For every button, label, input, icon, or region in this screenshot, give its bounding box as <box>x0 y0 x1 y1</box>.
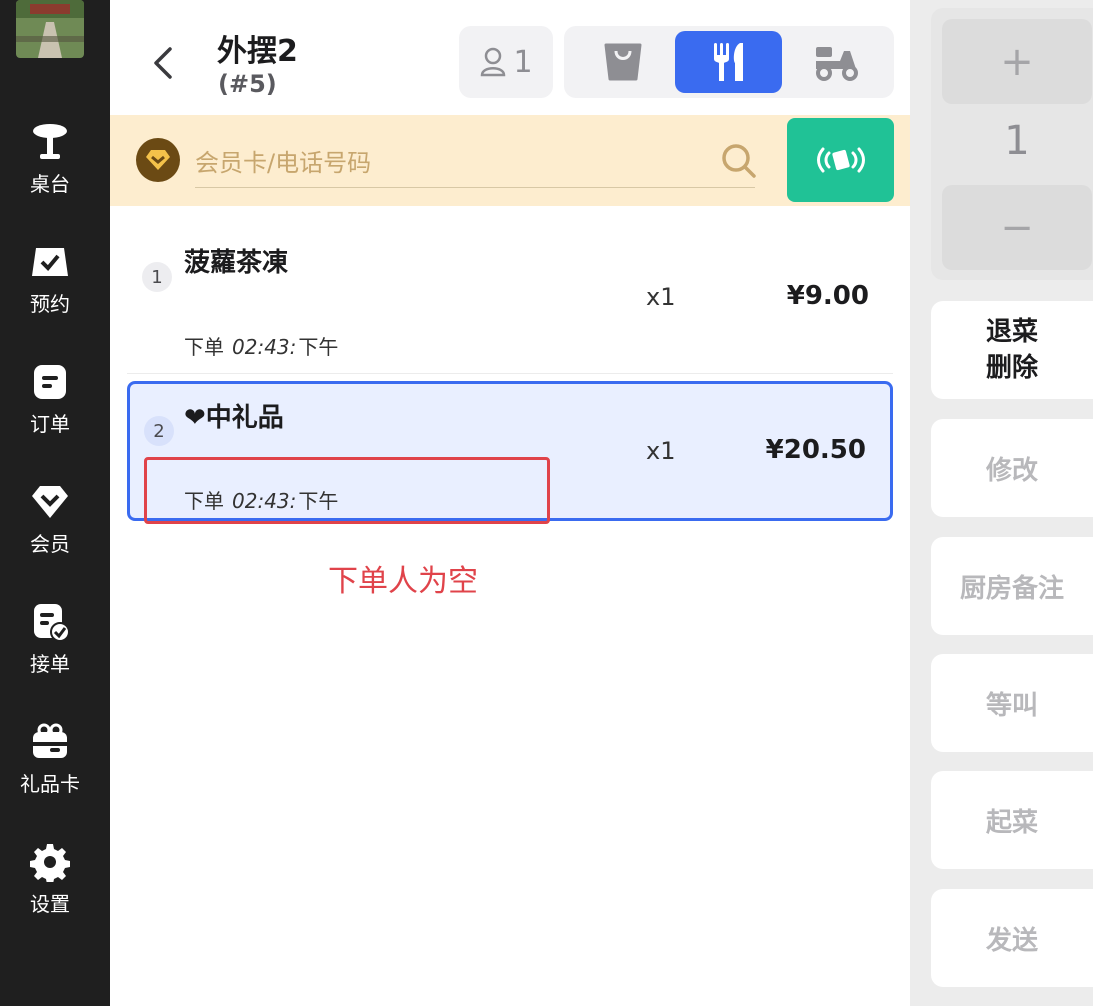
sidebar-item-gift-cards[interactable]: 礼品卡 <box>0 722 100 802</box>
item-name: ❤中礼品 <box>184 403 284 433</box>
fire-button[interactable]: 起菜 <box>931 771 1093 869</box>
sidebar-item-label: 预约 <box>30 292 70 316</box>
increment-button[interactable]: + <box>942 19 1092 104</box>
delivery-mode-button[interactable] <box>782 31 889 93</box>
delete-label: 删除 <box>985 353 1038 383</box>
sidebar-item-label: 接单 <box>30 652 70 676</box>
chevron-left-icon <box>154 47 172 79</box>
item-quantity: x1 <box>646 437 676 465</box>
sidebar-item-label: 会员 <box>30 532 70 556</box>
guest-count: 1 <box>513 44 533 80</box>
avatar[interactable] <box>16 0 84 58</box>
item-index: 2 <box>144 416 174 446</box>
order-mode-group <box>564 26 894 98</box>
sidebar-item-reservations[interactable]: 预约 <box>0 242 100 322</box>
nfc-scan-button[interactable] <box>787 118 894 202</box>
meta-prefix: 下单 <box>184 335 224 359</box>
send-button[interactable]: 发送 <box>931 889 1093 987</box>
sidebar-item-members[interactable]: 会员 <box>0 482 100 562</box>
sidebar-item-tables[interactable]: 桌台 <box>0 122 100 202</box>
sidebar: 桌台 预约 订单 会员 接单 礼品卡 设置 <box>0 0 110 1006</box>
sidebar-item-label: 设置 <box>30 892 70 916</box>
hold-button[interactable]: 等叫 <box>931 654 1093 752</box>
return-delete-button[interactable]: 退菜 删除 <box>931 301 1093 399</box>
back-button[interactable] <box>140 40 186 86</box>
member-icon <box>32 486 68 518</box>
item-price: ¥20.50 <box>765 435 866 465</box>
cutlery-icon <box>713 43 743 81</box>
member-badge-icon <box>136 138 180 182</box>
stepper-value: 1 <box>1004 118 1030 164</box>
order-number: (#5) <box>218 70 277 98</box>
bag-icon <box>604 43 641 81</box>
sidebar-item-label: 礼品卡 <box>20 772 80 796</box>
takeaway-mode-button[interactable] <box>569 31 676 93</box>
item-index: 1 <box>142 262 172 292</box>
person-icon <box>481 47 506 77</box>
annotation-note: 下单人为空 <box>328 564 478 599</box>
order-period: 下午 <box>298 335 339 359</box>
page-title: 外摆2 <box>217 34 298 69</box>
order-icon <box>34 365 66 399</box>
sidebar-item-accept-orders[interactable]: 接单 <box>0 602 100 682</box>
reservation-icon <box>32 248 68 276</box>
guest-count-button[interactable]: 1 <box>459 26 553 98</box>
sidebar-item-orders[interactable]: 订单 <box>0 362 100 442</box>
kitchen-note-button[interactable]: 厨房备注 <box>931 537 1093 635</box>
table-icon <box>33 124 67 159</box>
accept-order-icon <box>34 604 70 642</box>
nfc-icon <box>816 147 865 173</box>
sidebar-item-label: 订单 <box>30 412 70 436</box>
scooter-icon <box>815 47 858 81</box>
sidebar-item-settings[interactable]: 设置 <box>0 842 100 922</box>
item-price: ¥9.00 <box>786 281 869 311</box>
decrement-button[interactable]: − <box>942 185 1092 270</box>
search-icon[interactable] <box>720 142 758 184</box>
sidebar-item-label: 桌台 <box>30 172 70 196</box>
dine-in-mode-button[interactable] <box>675 31 782 93</box>
item-order-meta: 下单 02:43: 下午 <box>184 331 338 360</box>
annotation-highlight-box <box>144 457 550 524</box>
member-search-input[interactable] <box>195 138 755 188</box>
return-label: 退菜 <box>985 317 1038 347</box>
order-time: 02:43: <box>232 335 297 359</box>
modify-button[interactable]: 修改 <box>931 419 1093 517</box>
gift-card-icon <box>33 723 67 758</box>
item-name: 菠蘿茶凍 <box>184 248 289 278</box>
item-quantity: x1 <box>646 283 676 311</box>
gear-icon <box>30 844 70 882</box>
order-item-row[interactable]: 1 菠蘿茶凍 x1 ¥9.00 下单 02:43: 下午 <box>127 222 893 374</box>
